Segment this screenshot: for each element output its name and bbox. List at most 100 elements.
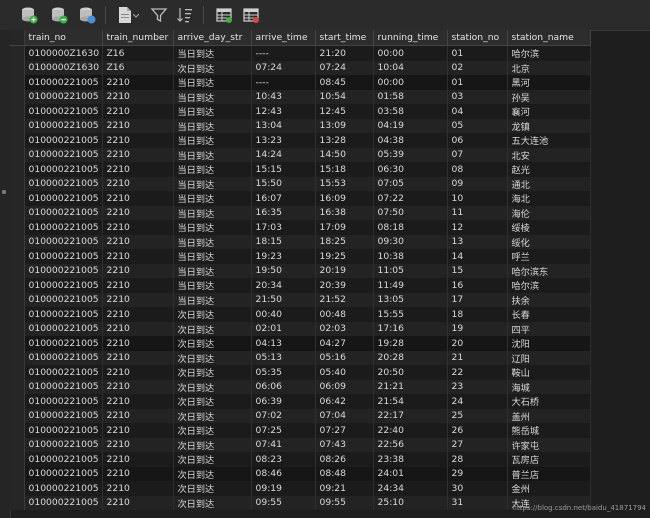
cell-start-time[interactable]: 08:48 xyxy=(315,466,374,481)
cell-station-name[interactable]: 五大连池 xyxy=(507,133,591,148)
cell-running-time[interactable]: 07:05 xyxy=(373,176,448,191)
cell-station-name[interactable]: 绥化 xyxy=(507,234,591,249)
cell-train-number[interactable]: 2210 xyxy=(102,263,174,278)
table-row[interactable]: 010000221005 2210 次日到达 08:23 08:26 23:38 28 瓦房店 xyxy=(10,452,591,467)
cell-running-time[interactable]: 20:28 xyxy=(373,350,448,365)
cell-station-no[interactable]: 06 xyxy=(447,133,508,148)
cell-running-time[interactable]: 03:58 xyxy=(373,104,448,119)
cell-station-no[interactable]: 15 xyxy=(447,263,508,278)
cell-start-time[interactable]: 05:16 xyxy=(315,350,374,365)
cell-running-time[interactable]: 00:00 xyxy=(373,45,448,61)
cell-train-no[interactable]: 010000221005 xyxy=(24,191,103,206)
cell-train-no[interactable]: 0100000Z1630 xyxy=(24,45,103,61)
cell-start-time[interactable]: 07:43 xyxy=(315,437,374,452)
cell-station-no[interactable]: 19 xyxy=(447,321,508,336)
cell-station-name[interactable]: 龙镇 xyxy=(507,118,591,133)
cell-train-no[interactable]: 010000221005 xyxy=(24,75,103,90)
cell-arrive-day-str[interactable]: 当日到达 xyxy=(173,133,252,148)
cell-station-no[interactable]: 23 xyxy=(447,379,508,394)
row-gutter[interactable] xyxy=(10,336,25,351)
cell-start-time[interactable]: 07:27 xyxy=(315,423,374,438)
cell-station-name[interactable]: 哈尔滨 xyxy=(507,45,591,61)
cell-running-time[interactable]: 22:56 xyxy=(373,437,448,452)
cell-arrive-day-str[interactable]: 当日到达 xyxy=(173,205,252,220)
cell-start-time[interactable]: 20:39 xyxy=(315,278,374,293)
cell-arrive-day-str[interactable]: 次日到达 xyxy=(173,495,252,510)
table-row[interactable]: 010000221005 2210 次日到达 04:13 04:27 19:28 20 沈阳 xyxy=(10,336,591,351)
document-icon[interactable] xyxy=(116,6,134,24)
cell-train-no[interactable]: 010000221005 xyxy=(24,162,103,177)
table-row[interactable]: 010000221005 2210 当日到达 17:03 17:09 08:18 12 绥棱 xyxy=(10,220,591,235)
row-gutter[interactable] xyxy=(10,118,25,133)
table-row[interactable]: 010000221005 2210 次日到达 07:02 07:04 22:17 25 盖州 xyxy=(10,408,591,423)
cell-train-no[interactable]: 010000221005 xyxy=(24,133,103,148)
cell-start-time[interactable]: 04:27 xyxy=(315,336,374,351)
cell-arrive-day-str[interactable]: 当日到达 xyxy=(173,45,252,61)
cell-train-number[interactable]: 2210 xyxy=(102,452,174,467)
row-gutter[interactable] xyxy=(10,89,25,104)
cell-train-number[interactable]: 2210 xyxy=(102,408,174,423)
cell-running-time[interactable]: 10:04 xyxy=(373,60,448,75)
cell-train-number[interactable]: 2210 xyxy=(102,379,174,394)
table-row[interactable]: 010000221005 2210 次日到达 06:39 06:42 21:54 24 大石桥 xyxy=(10,394,591,409)
cell-train-no[interactable]: 010000221005 xyxy=(24,292,103,307)
cell-arrive-day-str[interactable]: 当日到达 xyxy=(173,234,252,249)
cell-running-time[interactable]: 11:05 xyxy=(373,263,448,278)
cell-arrive-day-str[interactable]: 次日到达 xyxy=(173,452,252,467)
table-row[interactable]: 010000221005 2210 当日到达 20:34 20:39 11:49 16 哈尔滨 xyxy=(10,278,591,293)
cell-arrive-time[interactable]: ---- xyxy=(251,45,316,61)
cell-station-no[interactable]: 11 xyxy=(447,205,508,220)
cell-start-time[interactable]: 13:28 xyxy=(315,133,374,148)
cell-station-no[interactable]: 20 xyxy=(447,336,508,351)
cell-arrive-time[interactable]: 06:06 xyxy=(251,379,316,394)
cell-train-number[interactable]: 2210 xyxy=(102,307,174,322)
cell-arrive-day-str[interactable]: 次日到达 xyxy=(173,408,252,423)
cell-running-time[interactable]: 19:28 xyxy=(373,336,448,351)
row-gutter[interactable] xyxy=(10,220,25,235)
cell-start-time[interactable]: 15:18 xyxy=(315,162,374,177)
cell-arrive-time[interactable]: 08:23 xyxy=(251,452,316,467)
cell-station-name[interactable]: 呼兰 xyxy=(507,249,591,264)
cell-station-name[interactable]: 哈尔滨东 xyxy=(507,263,591,278)
cell-train-no[interactable]: 010000221005 xyxy=(24,147,103,162)
cell-train-no[interactable]: 010000221005 xyxy=(24,365,103,380)
row-gutter[interactable] xyxy=(10,481,25,496)
table-row[interactable]: 010000221005 2210 当日到达 13:04 13:09 04:19 05 龙镇 xyxy=(10,118,591,133)
cell-running-time[interactable]: 24:34 xyxy=(373,481,448,496)
cell-train-number[interactable]: 2210 xyxy=(102,133,174,148)
table-row[interactable]: 010000221005 2210 次日到达 05:13 05:16 20:28 21 辽阳 xyxy=(10,350,591,365)
cell-train-no[interactable]: 010000221005 xyxy=(24,263,103,278)
cell-train-no[interactable]: 010000221005 xyxy=(24,118,103,133)
cell-station-no[interactable]: 01 xyxy=(447,75,508,90)
cell-arrive-day-str[interactable]: 当日到达 xyxy=(173,263,252,278)
cell-arrive-day-str[interactable]: 次日到达 xyxy=(173,307,252,322)
cell-train-no[interactable]: 010000221005 xyxy=(24,220,103,235)
cell-train-number[interactable]: Z16 xyxy=(102,60,174,75)
cell-train-number[interactable]: 2210 xyxy=(102,162,174,177)
cell-arrive-day-str[interactable]: 次日到达 xyxy=(173,321,252,336)
cell-running-time[interactable]: 21:54 xyxy=(373,394,448,409)
table-row[interactable]: 010000221005 2210 次日到达 09:55 09:55 25:10 31 大连 xyxy=(10,495,591,510)
cell-start-time[interactable]: 17:09 xyxy=(315,220,374,235)
cell-station-no[interactable]: 30 xyxy=(447,481,508,496)
cell-train-number[interactable]: 2210 xyxy=(102,481,174,496)
cell-arrive-day-str[interactable]: 当日到达 xyxy=(173,191,252,206)
cell-station-name[interactable]: 扶余 xyxy=(507,292,591,307)
cell-running-time[interactable]: 05:39 xyxy=(373,147,448,162)
cell-arrive-time[interactable]: 17:03 xyxy=(251,220,316,235)
column-header-station-no[interactable]: station_no xyxy=(447,30,508,46)
row-gutter[interactable] xyxy=(10,466,25,481)
table-row[interactable]: 010000221005 2210 次日到达 07:41 07:43 22:56 27 许家屯 xyxy=(10,437,591,452)
cell-arrive-time[interactable]: 12:43 xyxy=(251,104,316,119)
row-gutter[interactable] xyxy=(10,60,25,75)
table-row[interactable]: 010000221005 2210 当日到达 13:23 13:28 04:38 06 五大连… xyxy=(10,133,591,148)
cell-station-no[interactable]: 13 xyxy=(447,234,508,249)
table-row[interactable]: 010000221005 2210 当日到达 19:50 20:19 11:05 15 哈尔滨… xyxy=(10,263,591,278)
cell-running-time[interactable]: 25:10 xyxy=(373,495,448,510)
add-row-icon[interactable] xyxy=(20,6,38,24)
cell-arrive-time[interactable]: ---- xyxy=(251,75,316,90)
cell-station-no[interactable]: 09 xyxy=(447,176,508,191)
cell-train-no[interactable]: 010000221005 xyxy=(24,408,103,423)
table-row[interactable]: 010000221005 2210 次日到达 06:06 06:09 21:21 23 海城 xyxy=(10,379,591,394)
cell-running-time[interactable]: 13:05 xyxy=(373,292,448,307)
